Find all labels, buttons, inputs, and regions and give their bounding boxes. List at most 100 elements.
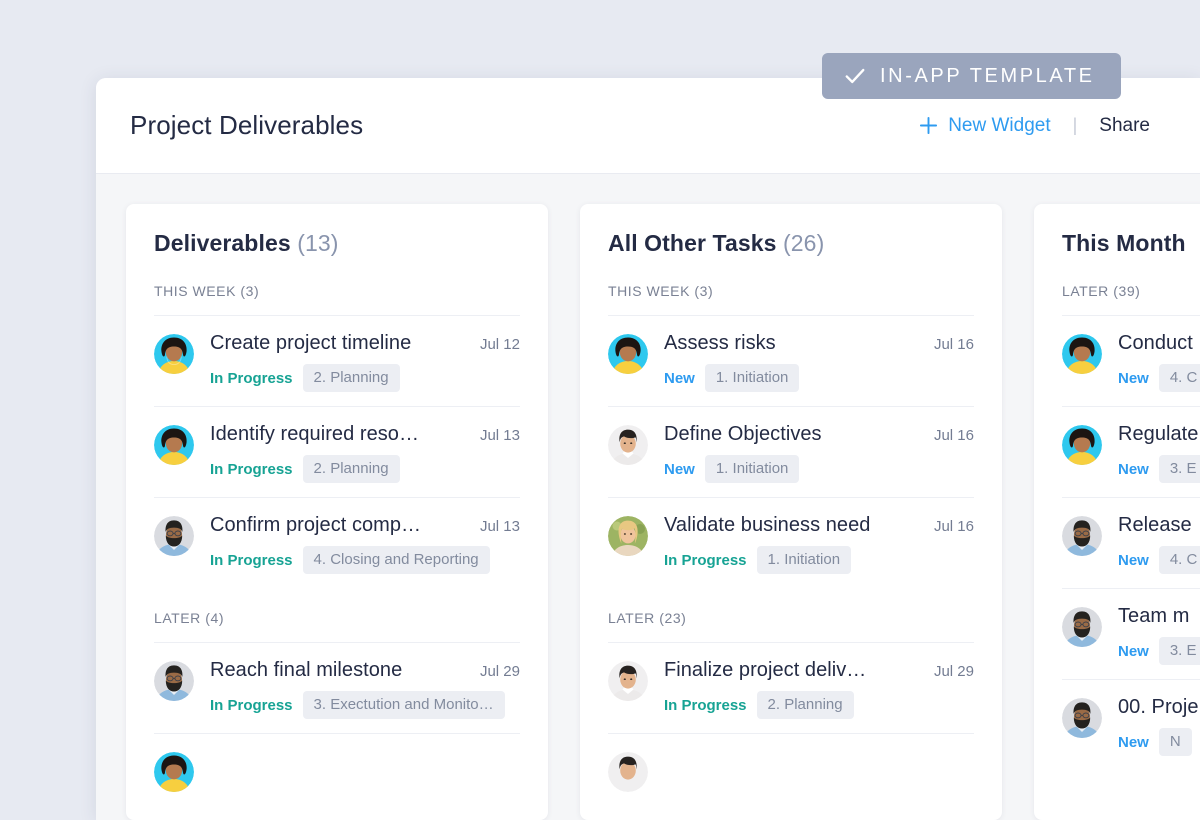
man-beard-glasses-avatar-icon bbox=[1062, 607, 1102, 647]
man-asian-avatar-icon bbox=[608, 661, 648, 701]
avatar bbox=[1062, 607, 1102, 647]
task-meta: New 3. E bbox=[1118, 637, 1200, 665]
task-list: Assess risks Jul 16 New 1. Initiation De… bbox=[608, 315, 974, 588]
task-top: Release bbox=[1118, 514, 1200, 537]
task-top: Validate business need Jul 16 bbox=[664, 514, 974, 537]
task-name: Finalize project deliv… bbox=[664, 659, 867, 681]
app-window: Project Deliverables New Widget | Share … bbox=[96, 78, 1200, 820]
phase-tag: 1. Initiation bbox=[756, 546, 852, 574]
avatar bbox=[154, 752, 194, 792]
task-meta: In Progress 2. Planning bbox=[210, 455, 520, 483]
task-row[interactable]: Assess risks Jul 16 New 1. Initiation bbox=[608, 315, 974, 406]
avatar bbox=[1062, 516, 1102, 556]
task-meta: In Progress 2. Planning bbox=[210, 364, 520, 392]
phase-tag: 1. Initiation bbox=[704, 364, 800, 392]
avatar bbox=[154, 425, 194, 465]
widget-card-this-month: This Month LATER (39) Conduct New 4. C R… bbox=[1034, 204, 1200, 820]
task-date: Jul 13 bbox=[479, 427, 520, 444]
avatar bbox=[154, 334, 194, 374]
task-body: Finalize project deliv… Jul 29 In Progre… bbox=[664, 659, 974, 719]
task-row[interactable]: Regulate New 3. E bbox=[1062, 406, 1200, 497]
task-body: Confirm project comp… Jul 13 In Progress… bbox=[210, 514, 520, 574]
header-separator: | bbox=[1072, 115, 1078, 135]
task-row[interactable]: Confirm project comp… Jul 13 In Progress… bbox=[154, 497, 520, 588]
task-name: Assess risks bbox=[664, 332, 776, 354]
widget-title: Deliverables (13) bbox=[154, 230, 520, 257]
woman-curly-hair-avatar-icon bbox=[1062, 425, 1102, 465]
task-body: Validate business need Jul 16 In Progres… bbox=[664, 514, 974, 574]
status-badge: New bbox=[1118, 369, 1149, 387]
task-top: Confirm project comp… Jul 13 bbox=[210, 514, 520, 537]
woman-curly-hair-avatar-icon bbox=[154, 425, 194, 465]
task-name: Team m bbox=[1118, 605, 1190, 627]
task-row[interactable]: Validate business need Jul 16 In Progres… bbox=[608, 497, 974, 588]
task-row[interactable]: Release New 4. C bbox=[1062, 497, 1200, 588]
task-row[interactable]: Conduct New 4. C bbox=[1062, 315, 1200, 406]
widget-count: (26) bbox=[783, 230, 825, 256]
header-actions: New Widget | Share bbox=[919, 115, 1166, 137]
widget-card-all-other-tasks: All Other Tasks (26) THIS WEEK (3) Asses… bbox=[580, 204, 1002, 820]
widget-card-deliverables: Deliverables (13) THIS WEEK (3) Create p… bbox=[126, 204, 548, 820]
task-top: 00. Proje bbox=[1118, 696, 1200, 719]
widget-title-text: All Other Tasks bbox=[608, 230, 777, 256]
task-top: Reach final milestone Jul 29 bbox=[210, 659, 520, 682]
phase-tag: N bbox=[1158, 728, 1192, 756]
task-name: Define Objectives bbox=[664, 423, 822, 445]
widget-title: All Other Tasks (26) bbox=[608, 230, 974, 257]
group-label: THIS WEEK (3) bbox=[608, 283, 714, 299]
in-app-template-badge: IN-APP TEMPLATE bbox=[822, 53, 1121, 99]
avatar bbox=[1062, 698, 1102, 738]
widget-title: This Month bbox=[1062, 230, 1200, 257]
task-top: Team m bbox=[1118, 605, 1200, 628]
task-name: Identify required reso… bbox=[210, 423, 420, 445]
share-button[interactable]: Share bbox=[1099, 115, 1150, 137]
status-badge: In Progress bbox=[664, 551, 747, 569]
task-row[interactable]: Define Objectives Jul 16 New 1. Initiati… bbox=[608, 406, 974, 497]
task-row[interactable]: Team m New 3. E bbox=[1062, 588, 1200, 679]
task-name: Create project timeline bbox=[210, 332, 412, 354]
task-list: Reach final milestone Jul 29 In Progress… bbox=[154, 642, 520, 806]
phase-tag: 3. E bbox=[1158, 455, 1200, 483]
task-row[interactable] bbox=[608, 733, 974, 806]
task-body: Reach final milestone Jul 29 In Progress… bbox=[210, 659, 520, 719]
task-row[interactable] bbox=[154, 733, 520, 806]
woman-curly-hair-avatar-icon bbox=[154, 334, 194, 374]
phase-tag: 3. E bbox=[1158, 637, 1200, 665]
task-row[interactable]: 00. Proje New N bbox=[1062, 679, 1200, 770]
phase-tag: 4. C bbox=[1158, 546, 1200, 574]
task-top: Identify required reso… Jul 13 bbox=[210, 423, 520, 446]
avatar bbox=[1062, 334, 1102, 374]
task-body: Release New 4. C bbox=[1118, 514, 1200, 574]
group-label: LATER (39) bbox=[1062, 283, 1141, 299]
avatar bbox=[608, 752, 648, 792]
phase-tag: 2. Planning bbox=[302, 364, 400, 392]
woman-curly-hair-avatar-icon bbox=[1062, 334, 1102, 374]
task-date: Jul 29 bbox=[479, 663, 520, 680]
task-row[interactable]: Identify required reso… Jul 13 In Progre… bbox=[154, 406, 520, 497]
man-beard-glasses-avatar-icon bbox=[1062, 698, 1102, 738]
task-meta: In Progress 3. Exectution and Monito… bbox=[210, 691, 520, 719]
task-list: Create project timeline Jul 12 In Progre… bbox=[154, 315, 520, 588]
task-row[interactable]: Create project timeline Jul 12 In Progre… bbox=[154, 315, 520, 406]
woman-blonde-avatar-icon bbox=[608, 516, 648, 556]
task-date: Jul 16 bbox=[933, 427, 974, 444]
task-name: Validate business need bbox=[664, 514, 871, 536]
new-widget-button[interactable]: New Widget bbox=[919, 115, 1051, 137]
badge-label: IN-APP TEMPLATE bbox=[880, 64, 1095, 87]
task-date: Jul 16 bbox=[933, 518, 974, 535]
task-row[interactable]: Reach final milestone Jul 29 In Progress… bbox=[154, 642, 520, 733]
task-meta: In Progress 1. Initiation bbox=[664, 546, 974, 574]
task-meta: New N bbox=[1118, 728, 1200, 756]
avatar bbox=[608, 334, 648, 374]
task-name: Conduct bbox=[1118, 332, 1193, 354]
task-row[interactable]: Finalize project deliv… Jul 29 In Progre… bbox=[608, 642, 974, 733]
task-body: 00. Proje New N bbox=[1118, 696, 1200, 756]
task-name: Confirm project comp… bbox=[210, 514, 422, 536]
task-top: Finalize project deliv… Jul 29 bbox=[664, 659, 974, 682]
phase-tag: 4. C bbox=[1158, 364, 1200, 392]
task-meta: New 4. C bbox=[1118, 546, 1200, 574]
task-body: Create project timeline Jul 12 In Progre… bbox=[210, 332, 520, 392]
status-badge: New bbox=[664, 460, 695, 478]
avatar bbox=[154, 661, 194, 701]
status-badge: New bbox=[664, 369, 695, 387]
